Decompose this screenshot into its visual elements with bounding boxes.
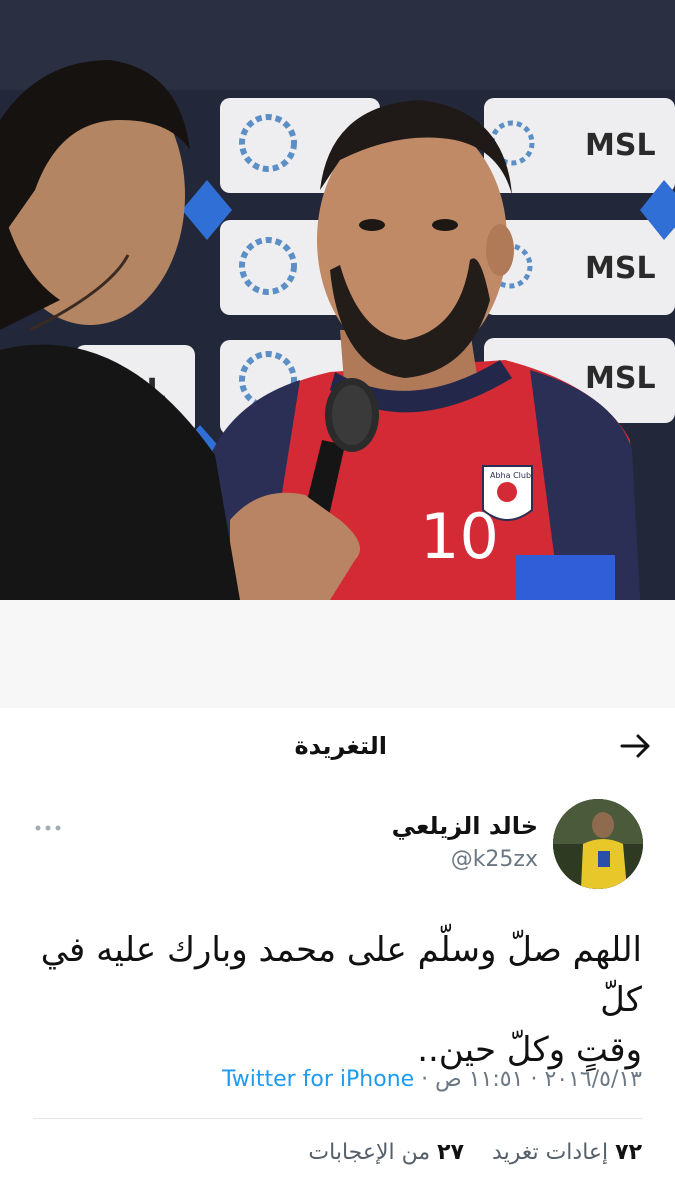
tweet-screenshot [0,600,675,1200]
msl-logo-text: MSL [585,361,656,396]
likes-count[interactable]: ٢٧ [437,1140,464,1165]
tweet-source-link[interactable]: Twitter for iPhone [222,1067,414,1092]
tweet-meta: ٢٠١٦/٥/١٣ · ١١:٥١ ص · Twitter for iPhone [222,1067,642,1092]
author-handle[interactable]: @k25zx [451,847,538,872]
tweet-date: ٢٠١٦/٥/١٣ [544,1067,642,1092]
back-button[interactable] [618,730,654,762]
retweets-label[interactable]: إعادات تغريد [492,1140,608,1165]
meta-separator: · [421,1067,429,1092]
top-band [0,600,675,708]
likes-label[interactable]: من الإعجابات [308,1140,430,1165]
page-title: التغريدة [294,732,387,760]
tweet-text: اللهم صلّ وسلّم على محمد وبارك عليه في ك… [22,925,642,1075]
tweet-time: ١١:٥١ ص [435,1067,524,1092]
divider [33,1118,642,1119]
tweet-stats: ٧٢ إعادات تغريد ٢٧ من الإعجابات [308,1140,642,1165]
meta-separator: · [530,1067,538,1092]
interview-photo: MSL MSL MSL MSL [0,0,675,600]
arrow-right-icon [620,734,650,758]
tweet-text-line: اللهم صلّ وسلّم على محمد وبارك عليه في ك… [40,930,642,1020]
msl-logo-text: MSL [585,251,656,286]
club-badge-text: Abha Club [490,471,531,480]
avatar[interactable] [553,799,643,889]
tweet-header [0,108,675,184]
author-display-name[interactable]: خالد الزيلعي [392,812,538,840]
more-dots-icon[interactable] [33,818,63,832]
retweets-count[interactable]: ٧٢ [615,1140,642,1165]
